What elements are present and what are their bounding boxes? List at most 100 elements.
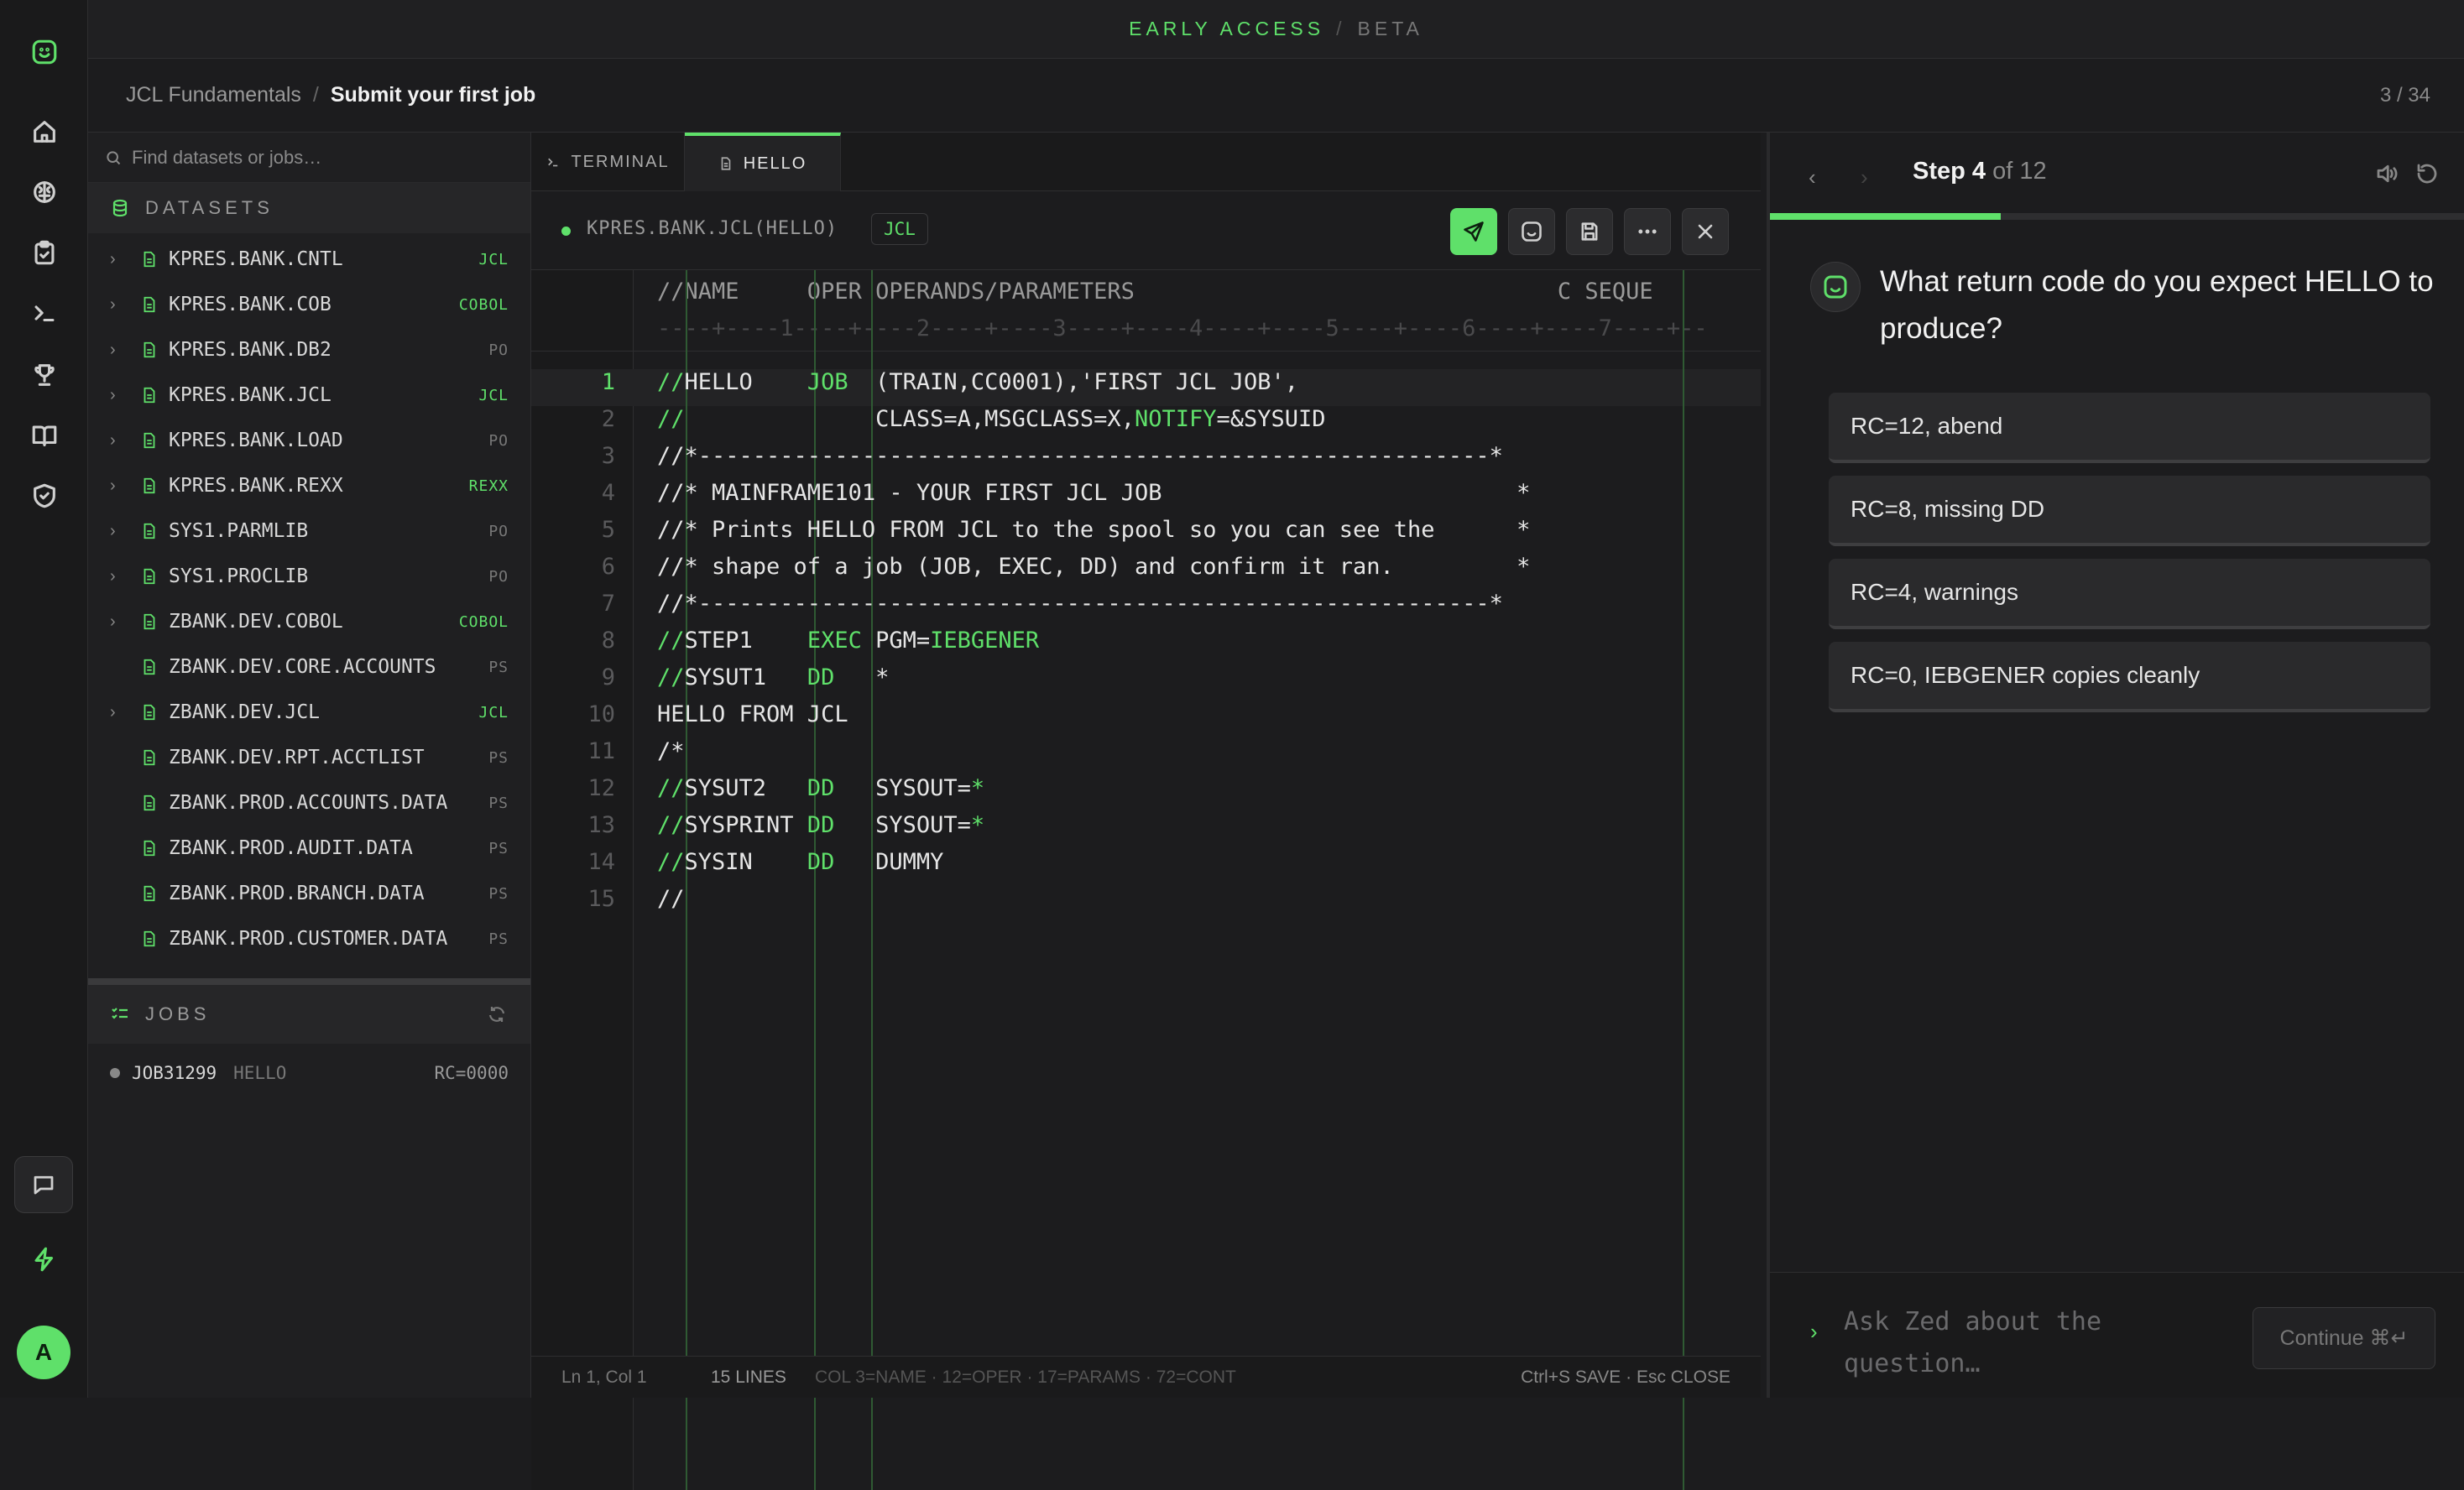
code-area[interactable]: //NAME OPER OPERANDS/PARAMETERS C SEQUE … (531, 270, 1761, 1490)
shield-icon[interactable] (29, 480, 60, 512)
code-line[interactable]: 5//* Prints HELLO FROM JCL to the spool … (531, 517, 1761, 554)
dataset-type-badge: PO (488, 567, 509, 586)
dataset-row[interactable]: › SYS1.PARMLIB PO (88, 508, 530, 554)
tab-terminal[interactable]: TERMINAL (531, 133, 685, 191)
dataset-row[interactable]: ZBANK.PROD.CUSTOMER.DATA PS (88, 916, 530, 961)
submit-job-button[interactable] (1450, 208, 1497, 255)
job-row[interactable]: JOB31299 HELLO RC=0000 (88, 1044, 530, 1102)
line-count: 15 LINES (711, 1367, 786, 1387)
chevron-right-icon[interactable]: › (110, 431, 116, 451)
save-button[interactable] (1566, 208, 1613, 255)
dataset-row[interactable]: ZBANK.PROD.ACCOUNTS.DATA PS (88, 780, 530, 826)
beta-label: BETA (1357, 18, 1423, 39)
early-access-label: EARLY ACCESS (1129, 18, 1325, 39)
panel-divider[interactable] (88, 978, 530, 985)
refresh-icon[interactable] (487, 1004, 507, 1024)
dataset-row[interactable]: ZBANK.DEV.RPT.ACCTLIST PS (88, 735, 530, 780)
continue-button[interactable]: Continue ⌘↵ (2253, 1307, 2435, 1369)
chat-button[interactable] (14, 1156, 73, 1213)
file-icon (140, 341, 159, 359)
code-line[interactable]: 4//* MAINFRAME101 - YOUR FIRST JCL JOB * (531, 480, 1761, 517)
dataset-row[interactable]: ZBANK.DEV.CORE.ACCOUNTS PS (88, 644, 530, 690)
editor: TERMINAL HELLO KPRES.BANK.JCL(HELLO) JCL… (531, 133, 1761, 1490)
chevron-right-icon[interactable]: › (110, 250, 116, 269)
close-editor-button[interactable] (1682, 208, 1729, 255)
clipboard-icon[interactable] (29, 237, 60, 268)
code-line[interactable]: 7//*------------------------------------… (531, 591, 1761, 628)
terminal-icon[interactable] (29, 297, 60, 329)
breadcrumb-course[interactable]: JCL Fundamentals (126, 83, 301, 107)
dataset-name: SYS1.PARMLIB (169, 520, 309, 542)
dataset-row[interactable]: › KPRES.BANK.JCL JCL (88, 372, 530, 418)
dataset-row[interactable]: ZBANK.PROD.BRANCH.DATA PS (88, 871, 530, 916)
code-line[interactable]: 8//STEP1 EXEC PGM=IEBGENER (531, 628, 1761, 664)
tab-hello[interactable]: HELLO (685, 133, 841, 191)
icon-rail: A (0, 0, 88, 1398)
chevron-right-icon[interactable]: › (110, 386, 116, 405)
chevron-right-icon[interactable]: › (110, 522, 116, 541)
prev-step-button[interactable]: ‹ (1809, 164, 1816, 190)
speaker-icon[interactable] (2374, 161, 2399, 186)
answer-option[interactable]: RC=12, abend (1829, 393, 2430, 463)
code-line[interactable]: 6//* shape of a job (JOB, EXEC, DD) and … (531, 554, 1761, 591)
answer-option[interactable]: RC=8, missing DD (1829, 476, 2430, 546)
dataset-search[interactable]: Find datasets or jobs… (88, 133, 530, 183)
chevron-right-icon[interactable]: › (110, 477, 116, 496)
send-icon (1464, 221, 1484, 242)
chevron-right-icon[interactable]: › (110, 341, 116, 360)
dataset-name: ZBANK.PROD.BRANCH.DATA (169, 883, 425, 904)
code-line[interactable]: 11/* (531, 738, 1761, 775)
file-icon (140, 522, 159, 540)
dataset-row[interactable]: › KPRES.BANK.DB2 PO (88, 327, 530, 372)
dataset-name: KPRES.BANK.DB2 (169, 339, 331, 361)
dataset-type-badge: JCL (478, 386, 509, 404)
file-icon (140, 703, 159, 722)
dataset-name: ZBANK.DEV.COBOL (169, 611, 343, 633)
chevron-right-icon[interactable]: › (110, 703, 116, 722)
chevron-right-icon[interactable]: › (110, 612, 116, 632)
code-line[interactable]: 14//SYSIN DD DUMMY (531, 849, 1761, 886)
chevron-right-icon[interactable]: › (110, 295, 116, 315)
code-line[interactable]: 10 HELLO FROM JCL (531, 701, 1761, 738)
file-icon (140, 295, 159, 314)
dataset-row[interactable]: › ZBANK.DEV.COBOL COBOL (88, 599, 530, 644)
code-line[interactable]: 1//HELLO JOB (TRAIN,CC0001),'FIRST JCL J… (531, 369, 1761, 406)
avatar[interactable]: A (17, 1326, 70, 1379)
top-banner: EARLY ACCESS / BETA (88, 0, 2464, 59)
dataset-name: ZBANK.PROD.AUDIT.DATA (169, 837, 413, 859)
more-button[interactable] (1624, 208, 1671, 255)
ask-zed-button[interactable] (1508, 208, 1555, 255)
dataset-row[interactable]: › KPRES.BANK.COB COBOL (88, 282, 530, 327)
code-line[interactable]: 15// (531, 886, 1761, 923)
step-panel: ‹ › Step 4 of 12 What return code do you… (1767, 133, 2464, 1398)
next-step-button[interactable]: › (1861, 164, 1868, 190)
book-icon[interactable] (29, 419, 60, 451)
trophy-icon[interactable] (29, 359, 60, 391)
reset-icon[interactable] (2414, 161, 2440, 186)
lightning-icon[interactable] (29, 1243, 60, 1275)
dataset-row[interactable]: › SYS1.PROCLIB PO (88, 554, 530, 599)
dataset-list: › KPRES.BANK.CNTL JCL › KPRES.BANK.COB COBOL ›… (88, 233, 530, 961)
dataset-row[interactable]: › KPRES.BANK.REXX REXX (88, 463, 530, 508)
code-line[interactable]: 13//SYSPRINT DD SYSOUT=* (531, 812, 1761, 849)
code-line[interactable]: 12//SYSUT2 DD SYSOUT=* (531, 775, 1761, 812)
answer-option[interactable]: RC=0, IEBGENER copies cleanly (1829, 642, 2430, 712)
search-input[interactable]: Find datasets or jobs… (132, 147, 321, 169)
cursor-position: Ln 1, Col 1 (561, 1367, 647, 1387)
brain-icon[interactable] (29, 176, 60, 208)
dataset-type-badge: PS (488, 748, 509, 767)
app-logo-icon[interactable] (29, 36, 60, 68)
dataset-row[interactable]: › KPRES.BANK.CNTL JCL (88, 237, 530, 282)
file-icon (140, 386, 159, 404)
code-line[interactable]: 3//*------------------------------------… (531, 443, 1761, 480)
code-line[interactable]: 9//SYSUT1 DD * (531, 664, 1761, 701)
ask-input[interactable]: Ask Zed about the question… (1844, 1301, 2146, 1385)
home-icon[interactable] (29, 116, 60, 148)
dataset-name: SYS1.PROCLIB (169, 565, 309, 587)
dataset-row[interactable]: › KPRES.BANK.LOAD PO (88, 418, 530, 463)
answer-option[interactable]: RC=4, warnings (1829, 559, 2430, 629)
code-line[interactable]: 2// CLASS=A,MSGCLASS=X,NOTIFY=&SYSUID (531, 406, 1761, 443)
chevron-right-icon[interactable]: › (110, 567, 116, 586)
dataset-row[interactable]: ZBANK.PROD.AUDIT.DATA PS (88, 826, 530, 871)
dataset-row[interactable]: › ZBANK.DEV.JCL JCL (88, 690, 530, 735)
